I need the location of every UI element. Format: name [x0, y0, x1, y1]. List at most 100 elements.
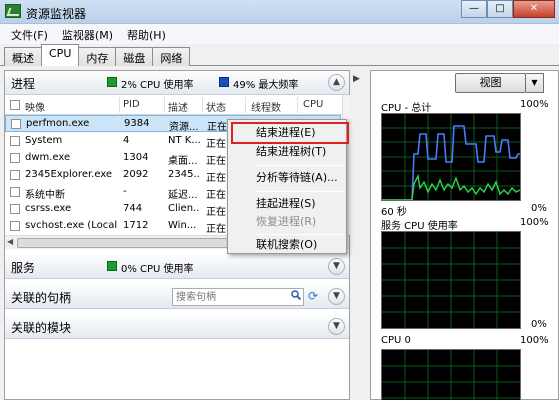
row-pid: 9384: [124, 118, 150, 129]
graph-min-label: 0%: [531, 203, 547, 214]
window-controls: — □ ✕: [461, 0, 555, 20]
tab-bar: 概述 CPU 内存 磁盘 网络: [0, 44, 559, 66]
col-pid[interactable]: PID: [123, 99, 140, 110]
row-image: 系统中断: [25, 190, 65, 201]
expand-down-icon[interactable]: ▼: [328, 288, 345, 305]
tab-network[interactable]: 网络: [152, 47, 191, 66]
refresh-icon[interactable]: ⟳: [308, 289, 322, 303]
graph-max-label: 100%: [520, 335, 549, 346]
services-cpu-usage: 0% CPU 使用率: [121, 264, 194, 275]
row-checkbox[interactable]: [10, 221, 20, 231]
menu-suspend-process[interactable]: 挂起进程(S): [230, 195, 344, 214]
title-bar: 资源监视器 — □ ✕: [0, 0, 559, 24]
expand-down-icon[interactable]: ▼: [328, 318, 345, 335]
row-pid: 1304: [123, 152, 149, 163]
tab-memory[interactable]: 内存: [78, 47, 117, 66]
tab-cpu[interactable]: CPU: [41, 44, 80, 66]
row-checkbox[interactable]: [10, 153, 20, 163]
row-desc: NT K...: [168, 135, 200, 146]
row-desc: Win...: [168, 220, 197, 231]
row-pid: 4: [123, 135, 130, 146]
context-menu: 结束进程(E) 结束进程树(T) 分析等待链(A)... 挂起进程(S) 恢复进…: [227, 119, 349, 255]
chevron-down-icon[interactable]: ▼: [526, 73, 544, 93]
search-handles-input[interactable]: [172, 288, 304, 306]
row-image: perfmon.exe: [26, 118, 90, 129]
row-image: System: [25, 135, 63, 146]
max-freq-swatch: [219, 77, 229, 87]
menu-bar: 文件(F) 监视器(M) 帮助(H): [0, 24, 559, 44]
graph-title: CPU 0: [381, 335, 411, 346]
handles-title: 关联的句柄: [11, 291, 72, 305]
row-checkbox[interactable]: [10, 187, 20, 197]
menu-monitor[interactable]: 监视器(M): [55, 24, 120, 44]
handles-header[interactable]: 关联的句柄 ⟳ ▼: [5, 285, 349, 309]
row-checkbox[interactable]: [10, 204, 20, 214]
col-divider: [297, 97, 298, 113]
view-button[interactable]: 视图: [455, 73, 526, 93]
menu-resume-process: 恢复进程(R): [256, 215, 317, 228]
col-status[interactable]: 状态: [206, 99, 226, 114]
menu-help[interactable]: 帮助(H): [120, 24, 173, 44]
highlight-box: [231, 122, 349, 144]
row-image: 2345Explorer.exe: [25, 169, 113, 180]
services-header[interactable]: 服务 0% CPU 使用率 ▼: [5, 255, 349, 279]
menu-separator: [256, 191, 344, 192]
row-checkbox[interactable]: [10, 136, 20, 146]
col-image[interactable]: 映像: [25, 99, 45, 114]
pane-splitter[interactable]: ▶: [351, 70, 369, 400]
window-title: 资源监视器: [26, 7, 87, 21]
row-image: csrss.exe: [25, 203, 72, 214]
row-pid: -: [123, 186, 127, 197]
menu-separator: [256, 165, 344, 166]
graph-title: CPU - 总计: [381, 103, 432, 114]
row-desc: 资源...: [169, 122, 199, 133]
graph-title: 服务 CPU 使用率: [381, 221, 458, 232]
row-pid: 1712: [123, 220, 149, 231]
row-desc: 桌面...: [168, 156, 198, 167]
scroll-left-icon[interactable]: ◀: [7, 237, 13, 246]
col-cpu[interactable]: CPU: [303, 99, 323, 110]
col-divider: [119, 97, 120, 113]
select-all-checkbox[interactable]: [10, 100, 20, 110]
search-icon[interactable]: [291, 290, 301, 300]
graph-min-label: 0%: [531, 319, 547, 330]
row-image: dwm.exe: [25, 152, 71, 163]
processes-max-freq: 49% 最大频率: [233, 80, 299, 91]
processes-cpu-usage: 2% CPU 使用率: [121, 80, 194, 91]
col-desc[interactable]: 描述: [168, 99, 188, 114]
maximize-button[interactable]: □: [487, 0, 513, 18]
tab-overview[interactable]: 概述: [4, 47, 42, 66]
menu-search-online[interactable]: 联机搜索(O): [230, 236, 344, 255]
cpu-total-graph: [381, 113, 521, 201]
graph-max-label: 100%: [520, 217, 549, 228]
menu-end-process-tree[interactable]: 结束进程树(T): [230, 143, 344, 162]
row-pid: 744: [123, 203, 143, 214]
graph-time-label: 60 秒: [381, 207, 407, 218]
menu-file[interactable]: 文件(F): [4, 24, 55, 44]
right-pane: 视图 ▼ CPU - 总计 100% 60 秒 0% 服务 CPU 使用率 10…: [370, 70, 559, 400]
modules-title: 关联的模块: [11, 321, 72, 335]
row-desc: 延迟...: [168, 190, 198, 201]
tab-disk[interactable]: 磁盘: [115, 47, 154, 66]
cpu-usage-swatch: [107, 77, 117, 87]
service-cpu-graph: [381, 231, 521, 329]
processes-header[interactable]: 进程 2% CPU 使用率 49% 最大频率 ▲: [5, 71, 349, 95]
services-cpu-swatch: [107, 261, 117, 271]
collapse-up-icon[interactable]: ▲: [328, 74, 345, 91]
col-divider: [164, 97, 165, 113]
row-pid: 2092: [123, 169, 149, 180]
resource-monitor-icon: [5, 4, 21, 18]
menu-analyze-wait-chain[interactable]: 分析等待链(A)...: [230, 169, 344, 188]
minimize-button[interactable]: —: [461, 0, 487, 18]
modules-header[interactable]: 关联的模块 ▼: [5, 315, 349, 339]
row-checkbox[interactable]: [10, 170, 20, 180]
expand-down-icon[interactable]: ▼: [328, 258, 345, 275]
col-divider: [202, 97, 203, 113]
row-desc: 2345...: [168, 169, 200, 180]
processes-title: 进程: [11, 77, 36, 91]
collapse-right-icon[interactable]: ▶: [353, 74, 360, 84]
close-button[interactable]: ✕: [513, 0, 555, 18]
process-table-header: 映像 PID 描述 状态 线程数 CPU: [5, 95, 349, 115]
col-threads[interactable]: 线程数: [251, 99, 281, 114]
row-checkbox[interactable]: [11, 119, 21, 129]
